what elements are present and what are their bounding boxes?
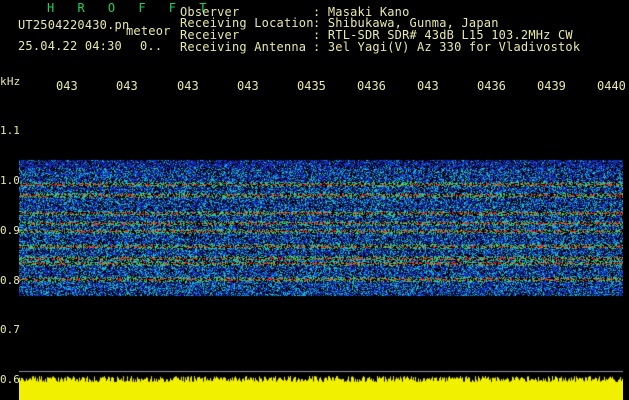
time-tick-label: 043	[417, 79, 439, 93]
antenna-value: : 3el Yagi(V) Az 330 for Vladivostok	[313, 40, 581, 54]
frequency-tick-label: 0.6	[0, 373, 20, 386]
header-panel: H R O F F T UT2504220430.pn meteor 25.04…	[0, 0, 629, 72]
frequency-tick-label: 1.1	[0, 124, 20, 137]
frequency-tick-label: 0.9	[0, 224, 20, 237]
time-tick-label: 0436	[477, 79, 506, 93]
meteor-label: meteor	[126, 24, 171, 38]
time-tick-label: 0440	[597, 79, 626, 93]
frequency-unit-label: kHz	[0, 75, 21, 88]
file-name: UT2504220430.pn	[18, 18, 130, 32]
time-tick-label: 0435	[297, 79, 326, 93]
antenna-label: Receiving Antenna	[180, 40, 307, 54]
frequency-tick-label: 1.0	[0, 174, 20, 187]
time-tick-label: 043	[116, 79, 138, 93]
time-tick-label: 0439	[537, 79, 566, 93]
frequency-tick-label: 0.7	[0, 323, 20, 336]
time-tick-label: 043	[177, 79, 199, 93]
count-text: 0..	[140, 39, 163, 53]
spectrogram	[19, 100, 623, 400]
date-time: 25.04.22 04:30	[18, 39, 122, 53]
time-tick-label: 043	[237, 79, 259, 93]
frequency-tick-label: 0.8	[0, 274, 20, 287]
time-tick-label: 0436	[357, 79, 386, 93]
time-tick-label: 043	[56, 79, 78, 93]
